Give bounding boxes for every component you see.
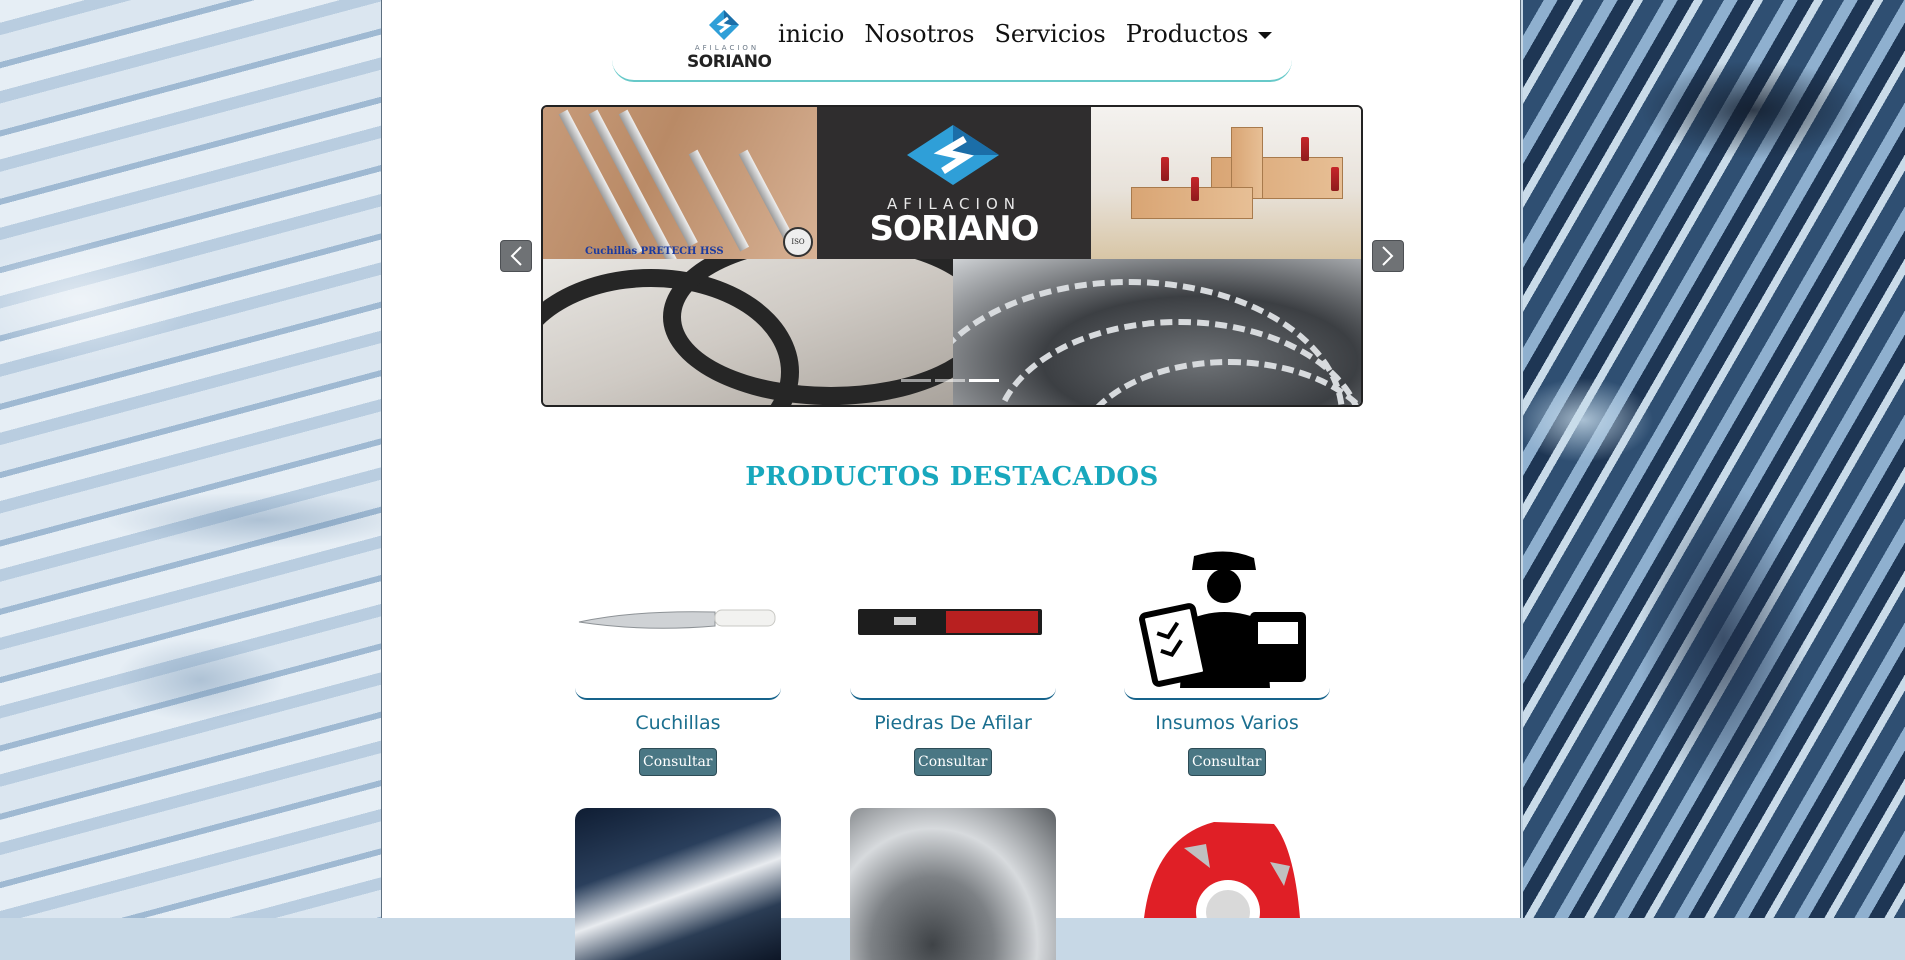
consultar-button[interactable]: Consultar	[914, 748, 992, 776]
worker-supplies-icon	[1139, 551, 1306, 688]
page-container: AFILACION SORIANO inicio Nosotros Servic…	[381, 0, 1521, 960]
product-name[interactable]: Cuchillas	[575, 712, 781, 734]
product-name[interactable]: Piedras De Afilar	[850, 712, 1056, 734]
carousel-indicators	[901, 379, 999, 382]
carousel-prev-button[interactable]	[500, 240, 532, 272]
nav-item-nosotros[interactable]: Nosotros	[864, 20, 974, 48]
carousel-indicator-1[interactable]	[901, 379, 931, 382]
nav-item-servicios[interactable]: Servicios	[994, 20, 1105, 48]
nav-item-productos-dropdown[interactable]: Productos	[1126, 20, 1273, 48]
chevron-right-icon	[1382, 246, 1394, 266]
consultar-button[interactable]: Consultar	[1188, 748, 1266, 776]
router-cutter-icon	[1144, 822, 1300, 944]
product-image-knife[interactable]	[575, 548, 781, 700]
carousel-tile-router-bits	[1091, 107, 1361, 259]
logo-big-text: SORIANO	[687, 52, 772, 72]
nav-item-productos-label: Productos	[1125, 20, 1249, 48]
carousel-indicator-3[interactable]	[969, 379, 999, 382]
section-title: PRODUCTOS DESTACADOS	[745, 462, 1159, 492]
banner-big-text: SORIANO	[869, 209, 1040, 249]
marble-background-right	[1523, 0, 1905, 918]
product-image-supplies[interactable]	[1124, 548, 1330, 700]
navbar: AFILACION SORIANO inicio Nosotros Servic…	[612, 0, 1292, 82]
carousel-tile-brand-banner: AFILACION SORIANO	[817, 107, 1091, 259]
product-image-band-saw[interactable]	[575, 808, 781, 960]
product-name[interactable]: Insumos Varios	[1124, 712, 1330, 734]
carousel-tile-circular-saws	[953, 259, 1361, 405]
product-image-circular-saw[interactable]	[850, 808, 1056, 960]
nav-item-inicio[interactable]: inicio	[778, 20, 844, 48]
consultar-button[interactable]: Consultar	[639, 748, 717, 776]
knife-icon	[578, 609, 776, 629]
iso-badge: ISO 9001	[783, 227, 813, 257]
carousel-tile-planer-knives: Cuchillas PRETECH HSS ISO 9001	[543, 107, 817, 259]
brand-mark-icon	[907, 125, 999, 185]
brand-logo[interactable]: AFILACION SORIANO	[687, 8, 772, 72]
carousel-tile-band-saws	[543, 259, 953, 405]
carousel-next-button[interactable]	[1372, 240, 1404, 272]
marble-background-left	[0, 0, 381, 918]
caret-down-icon	[1258, 32, 1273, 39]
nav-menu: inicio Nosotros Servicios Productos	[778, 20, 1273, 48]
hero-carousel[interactable]: Cuchillas PRETECH HSS ISO 9001 AFILACION…	[541, 105, 1363, 407]
product-image-router-cutter[interactable]	[1124, 808, 1330, 960]
logo-mark-icon	[709, 10, 739, 40]
sharpening-stone-icon	[858, 609, 1042, 635]
tile-caption: Cuchillas PRETECH HSS	[585, 246, 724, 257]
carousel-indicator-2[interactable]	[935, 379, 965, 382]
product-image-sharpening-stone[interactable]	[850, 548, 1056, 700]
logo-small-text: AFILACION	[694, 44, 760, 52]
chevron-left-icon	[510, 246, 522, 266]
